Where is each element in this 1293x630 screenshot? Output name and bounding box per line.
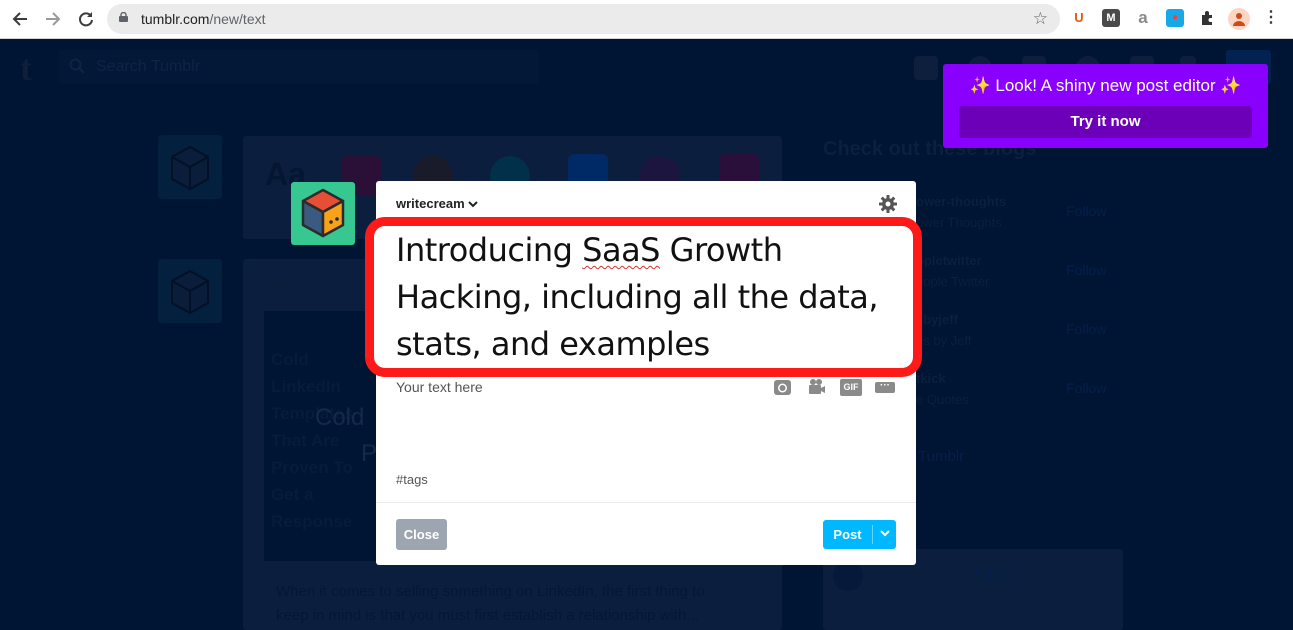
radar-more-icon[interactable]: •••	[1095, 565, 1109, 580]
feed-post-avatar[interactable]	[158, 259, 222, 323]
banner-message: ✨ Look! A shiny new post editor ✨	[969, 76, 1242, 95]
recommended-blog-title: eople Twitter	[916, 274, 990, 289]
profile-avatar-icon[interactable]	[1228, 8, 1250, 30]
back-arrow-icon	[12, 12, 27, 26]
composer-blog-avatar	[291, 182, 355, 245]
reload-button[interactable]	[75, 8, 97, 30]
m-extension-icon[interactable]: M	[1102, 9, 1120, 27]
reload-icon	[79, 12, 93, 27]
url-text: tumblr.com/new/text	[141, 11, 266, 27]
recommended-blog-name[interactable]: tkick	[916, 371, 946, 386]
sparkles-icon: ✨	[969, 76, 991, 95]
browser-menu-icon[interactable]: ⋮	[1262, 9, 1280, 27]
more-options-icon[interactable]: ···	[875, 381, 895, 393]
feed-post-excerpt: When it comes to selling something on Li…	[276, 583, 705, 624]
ublock-extension-icon[interactable]: U	[1070, 9, 1088, 27]
tags-input[interactable]: #tags	[396, 472, 428, 487]
radar-blogname[interactable]: eleonorpiteira	[873, 567, 959, 582]
search-placeholder: Search Tumblr	[96, 58, 201, 75]
forward-arrow-icon	[46, 12, 61, 26]
post-button[interactable]: Post	[823, 520, 896, 549]
feed-post-blogname[interactable]: writecream	[263, 277, 337, 293]
recommended-blog-title: e Quotes	[916, 392, 969, 407]
address-bar[interactable]: tumblr.com/new/text ☆	[107, 4, 1060, 34]
radar-follow-button[interactable]: Follow	[974, 567, 1012, 582]
recommended-blog-name[interactable]: opletwitter	[916, 253, 982, 268]
add-photo-icon[interactable]	[774, 379, 791, 400]
add-gif-icon[interactable]: GIF	[840, 379, 862, 396]
recommended-blog-title: ower Thoughts	[916, 215, 1002, 230]
feed-post-image-overlay-2: P	[361, 440, 378, 467]
user-avatar[interactable]	[158, 135, 222, 199]
follow-button[interactable]: Follow	[1066, 321, 1106, 337]
browser-toolbar: tumblr.com/new/text ☆ U M a ● ⋮	[0, 0, 1293, 39]
chevron-down-icon	[467, 199, 478, 211]
home-icon[interactable]	[914, 56, 938, 80]
feed-post-image-overlay: Cold	[315, 404, 365, 431]
new-editor-banner: ✨ Look! A shiny new post editor ✨ Try it…	[943, 64, 1268, 148]
search-icon	[69, 58, 85, 74]
recommended-blog-name[interactable]: sbyjeff	[916, 312, 958, 327]
radar-avatar[interactable]	[833, 561, 863, 591]
post-options-chevron-icon[interactable]	[873, 520, 896, 549]
follow-button[interactable]: Follow	[1066, 203, 1106, 219]
try-it-now-button[interactable]: Try it now	[959, 106, 1252, 138]
a-extension-icon[interactable]: a	[1134, 9, 1152, 27]
sparkles-icon: ✨	[1220, 76, 1242, 95]
extensions-puzzle-icon[interactable]	[1198, 9, 1216, 27]
forward-button[interactable]	[42, 8, 64, 30]
close-button[interactable]: Close	[396, 519, 447, 550]
tumblr-logo[interactable]: t	[20, 50, 32, 86]
follow-button[interactable]: Follow	[1066, 262, 1106, 278]
record-extension-icon[interactable]: ●	[1166, 9, 1184, 27]
misspelled-word: SaaS	[582, 231, 660, 269]
settings-gear-icon[interactable]	[878, 194, 898, 214]
body-text-input[interactable]: Your text here	[396, 379, 483, 395]
blog-selector[interactable]: writecream	[396, 196, 478, 211]
back-button[interactable]	[9, 8, 31, 30]
recommended-blog-name[interactable]: ower-thoughts	[916, 194, 1006, 209]
post-title-input[interactable]: Introducing SaaS Growth Hacking, includi…	[396, 227, 906, 368]
bookmark-star-icon[interactable]: ☆	[1033, 9, 1048, 29]
post-button-label[interactable]: Post	[823, 520, 872, 549]
search-input[interactable]: Search Tumblr	[59, 50, 539, 84]
footer-divider	[376, 502, 916, 503]
recommended-blog-title: es by Jeff	[916, 333, 972, 348]
lock-icon	[119, 12, 128, 22]
follow-button[interactable]: Follow	[1066, 380, 1106, 396]
explore-all-link[interactable]: Tumblr	[918, 448, 964, 465]
add-video-icon[interactable]	[808, 378, 826, 400]
